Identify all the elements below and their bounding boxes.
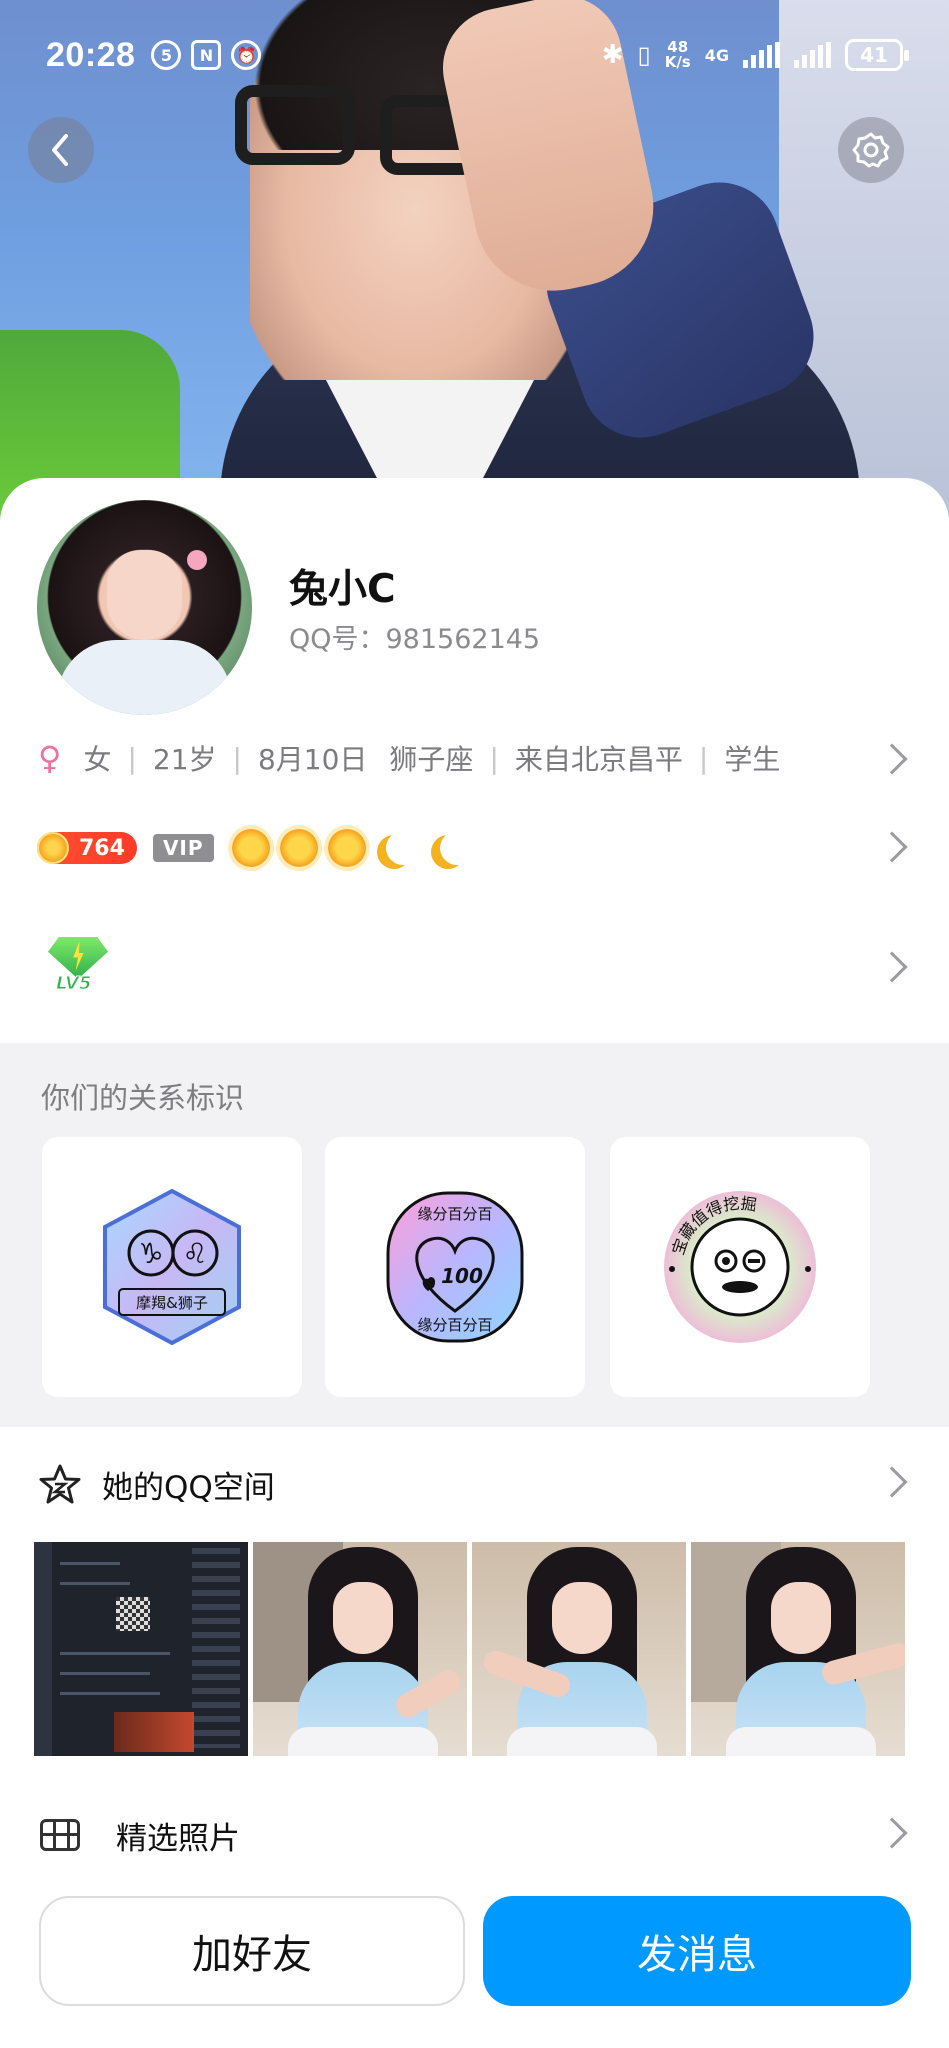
- divider: |: [127, 741, 137, 775]
- chevron-right-icon: [876, 743, 908, 775]
- chevron-left-icon: [52, 134, 68, 166]
- qq-number: QQ号：981562145: [289, 624, 541, 655]
- back-button[interactable]: [28, 117, 94, 183]
- qzone-photo[interactable]: [34, 1542, 248, 1756]
- qzone-photo[interactable]: [253, 1542, 467, 1756]
- qq-level-icons: [231, 829, 474, 867]
- chevron-right-icon: [876, 1466, 908, 1498]
- diamond-level-icon: LV5: [44, 937, 112, 999]
- bluetooth-icon: ✱: [601, 40, 624, 70]
- qzone-photo-strip: [34, 1542, 905, 1756]
- gear-icon: [852, 132, 890, 168]
- moon-icon: [440, 831, 474, 865]
- svg-text:缘分百分百: 缘分百分百: [417, 1316, 492, 1334]
- send-message-button[interactable]: 发消息: [483, 1896, 911, 2006]
- birthday-text: 8月10日: [257, 743, 368, 776]
- sun-icon: [231, 829, 270, 867]
- signal-2-icon: [794, 42, 831, 68]
- relationship-badge-destiny[interactable]: 缘分百分百 100 缘分百分百: [325, 1137, 585, 1397]
- age-text: 21岁: [152, 743, 217, 776]
- sun-icon: [327, 829, 366, 867]
- profile-info-row[interactable]: ♀ 女 | 21岁 | 8月10日 狮子座 | 来自北京昌平 | 学生: [0, 728, 949, 788]
- female-icon: ♀: [38, 739, 62, 777]
- featured-photos-entry[interactable]: 精选照片: [0, 1790, 949, 1880]
- grid-icon: [40, 1819, 80, 1851]
- network-type: 4G: [704, 45, 729, 65]
- bottom-action-bar: 加好友 发消息: [0, 1870, 949, 2048]
- profile-card: 兔小C QQ号：981562145 ♀ 女 | 21岁 | 8月10日 狮子座 …: [0, 478, 949, 1043]
- battery-icon: 41: [845, 39, 909, 71]
- heart-badge-icon: 缘分百分百 100 缘分百分百: [386, 1191, 524, 1343]
- coin-level-badge: 764: [37, 832, 137, 864]
- avatar[interactable]: [37, 500, 252, 715]
- signal-icon: [743, 42, 780, 68]
- coin-icon: [37, 832, 69, 864]
- occupation-text: 学生: [724, 743, 781, 776]
- featured-photos-label: 精选照片: [116, 1820, 240, 1857]
- chevron-right-icon: [876, 951, 908, 983]
- status-time: 20:28: [46, 35, 136, 74]
- divider: |: [698, 741, 709, 775]
- treasure-badge-icon: 宝藏值得挖掘: [664, 1191, 816, 1343]
- vip-badge: VIP: [152, 834, 214, 862]
- qzone-star-icon: [39, 1464, 81, 1503]
- divider: |: [489, 741, 499, 775]
- nickname: 兔小C: [289, 567, 396, 612]
- zodiac-badge-icon: ♑ ♌ 摩羯&狮子: [103, 1188, 241, 1346]
- svg-text:缘分百分百: 缘分百分百: [417, 1205, 492, 1223]
- vibrate-icon: ▯: [637, 41, 651, 69]
- relationship-badge-treasure[interactable]: 宝藏值得挖掘: [610, 1137, 870, 1397]
- relationship-title: 你们的关系标识: [41, 1081, 245, 1115]
- svg-text:摩羯&狮子: 摩羯&狮子: [136, 1294, 208, 1312]
- nfc-icon: N: [191, 40, 222, 70]
- qzone-label: 她的QQ空间: [102, 1470, 275, 1506]
- chevron-right-icon: [876, 1817, 908, 1849]
- qzone-photo[interactable]: [691, 1542, 905, 1756]
- notification-app-icon: 5: [151, 40, 182, 70]
- net-speed: 48 K/s: [664, 38, 691, 71]
- svg-text:100: 100: [441, 1264, 483, 1288]
- sun-icon: [279, 829, 318, 867]
- alarm-icon: ⏰: [231, 40, 262, 70]
- svg-text:♌: ♌: [182, 1237, 207, 1270]
- qzone-photo[interactable]: [472, 1542, 686, 1756]
- location-text: 来自北京昌平: [514, 743, 683, 776]
- qzone-entry[interactable]: 她的QQ空间: [0, 1427, 949, 1542]
- zodiac-text: 狮子座: [389, 743, 474, 776]
- settings-button[interactable]: [838, 117, 904, 183]
- relationship-badge-zodiac[interactable]: ♑ ♌ 摩羯&狮子: [42, 1137, 302, 1397]
- svg-text:♑: ♑: [138, 1237, 163, 1270]
- divider: |: [232, 741, 242, 775]
- moon-icon: [386, 831, 420, 865]
- gender-text: 女: [83, 743, 112, 776]
- chevron-right-icon: [876, 831, 908, 863]
- add-friend-button[interactable]: 加好友: [39, 1896, 465, 2006]
- diamond-row[interactable]: LV5: [0, 918, 949, 1018]
- level-row[interactable]: 764 VIP: [0, 818, 949, 878]
- status-bar: 20:28 5 N ⏰ ✱ ▯ 48 K/s 4G 41: [0, 0, 949, 110]
